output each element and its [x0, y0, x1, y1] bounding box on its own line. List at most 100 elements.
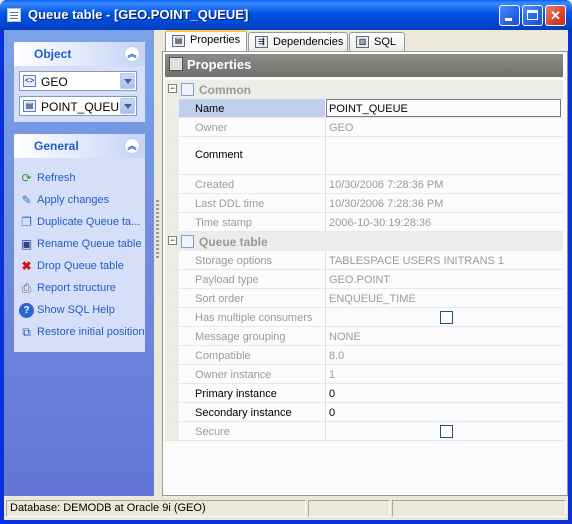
property-row-comment[interactable]: Comment [165, 137, 563, 175]
schema-combo-value: GEO [41, 75, 68, 89]
maximize-button[interactable] [522, 5, 543, 26]
category-label: Common [199, 83, 251, 97]
property-value[interactable]: 0 [329, 384, 335, 402]
category-label: Queue table [199, 235, 268, 249]
property-value[interactable]: 0 [329, 403, 335, 421]
status-database-panel: Database: DEMODB at Oracle 9i (GEO) [6, 500, 306, 517]
restore-position-icon: ⧉ [22, 325, 31, 339]
report-structure-action[interactable]: ⎙ Report structure [19, 280, 147, 298]
chevron-up-icon[interactable]: ︽ [124, 138, 140, 154]
property-row-message-grouping[interactable]: Message grouping NONE [165, 327, 563, 346]
tab-dependencies[interactable]: ⇶ Dependencies [248, 32, 348, 52]
queue-table-icon: ▤ [23, 100, 36, 112]
action-label: Refresh [37, 172, 76, 184]
pane-splitter[interactable] [154, 30, 162, 496]
property-name: Owner [195, 122, 228, 134]
property-name: Secure [195, 426, 230, 438]
apply-changes-action[interactable]: ✎ Apply changes [19, 192, 147, 210]
chevron-up-icon[interactable]: ︽ [124, 46, 140, 62]
general-group-title: General [34, 139, 79, 153]
minimize-icon [505, 18, 512, 21]
property-row-time-stamp[interactable]: Time stamp 2006-10-30:19:28:36 [165, 213, 563, 232]
properties-icon [169, 57, 183, 71]
collapse-icon[interactable]: − [168, 84, 177, 93]
object-combo-value: POINT_QUEUE [41, 100, 119, 114]
property-name: Comment [195, 149, 243, 161]
navigation-pane: Object ︽ <> GEO ▤ POINT_QUEUE General ︽ [4, 30, 154, 496]
close-button[interactable]: ✕ [545, 5, 566, 26]
duplicate-action[interactable]: ❐ Duplicate Queue ta... [19, 214, 147, 232]
property-row-created[interactable]: Created 10/30/2006 7:28:36 PM [165, 175, 563, 194]
action-label: Rename Queue table [37, 238, 142, 250]
schema-icon: <> [23, 75, 36, 87]
status-panel-2 [308, 500, 390, 517]
rename-action[interactable]: ▣ Rename Queue table [19, 236, 147, 254]
property-value: 10/30/2006 7:28:36 PM [329, 179, 444, 191]
collapse-icon[interactable]: − [168, 236, 177, 245]
object-combo[interactable]: ▤ POINT_QUEUE [19, 96, 137, 116]
property-value: GEO.POINT [329, 274, 391, 286]
property-name: Payload type [195, 274, 259, 286]
property-name: Sort order [195, 293, 244, 305]
tab-label: SQL [374, 36, 397, 48]
property-row-has-multiple-consumers[interactable]: Has multiple consumers [165, 308, 563, 327]
chevron-down-icon[interactable] [120, 73, 135, 89]
property-row-name[interactable]: Name POINT_QUEUE [165, 99, 563, 118]
queue-table-icon [7, 8, 21, 22]
duplicate-icon: ❐ [21, 215, 32, 229]
sql-icon: ▥ [356, 36, 369, 48]
status-bar: Database: DEMODB at Oracle 9i (GEO) [4, 498, 568, 518]
property-row-owner[interactable]: Owner GEO [165, 118, 563, 137]
property-row-owner-instance[interactable]: Owner instance 1 [165, 365, 563, 384]
property-value: 2006-10-30:19:28:36 [329, 217, 432, 229]
property-row-payload-type[interactable]: Payload type GEO.POINT [165, 270, 563, 289]
restore-position-action[interactable]: ⧉ Restore initial position [19, 324, 147, 342]
property-row-sort-order[interactable]: Sort order ENQUEUE_TIME [165, 289, 563, 308]
property-name: Last DDL time [195, 198, 265, 210]
chevron-down-icon[interactable] [120, 98, 135, 114]
object-group-header[interactable]: Object ︽ [14, 42, 145, 66]
action-label: Duplicate Queue ta... [37, 216, 141, 228]
secure-checkbox[interactable] [440, 425, 453, 438]
help-icon: ? [19, 303, 34, 318]
property-value: 1 [329, 369, 336, 381]
properties-icon: ▤ [172, 35, 185, 47]
action-label: Show SQL Help [37, 304, 115, 316]
editor-area: ▤ Properties ⇶ Dependencies ▥ SQL Proper… [162, 30, 568, 496]
drop-action[interactable]: ✖ Drop Queue table [19, 258, 147, 276]
property-name: Secondary instance [195, 407, 292, 419]
property-name: Storage options [195, 255, 273, 267]
properties-header: Properties [165, 54, 563, 77]
tab-sql[interactable]: ▥ SQL [349, 32, 405, 52]
has-multiple-consumers-checkbox[interactable] [440, 311, 453, 324]
property-row-last-ddl-time[interactable]: Last DDL time 10/30/2006 7:28:36 PM [165, 194, 563, 213]
action-label: Drop Queue table [37, 260, 124, 272]
property-name: Name [179, 99, 325, 117]
property-name: Primary instance [195, 388, 277, 400]
property-row-secure[interactable]: Secure [165, 422, 563, 441]
property-value-editor[interactable]: POINT_QUEUE [326, 99, 561, 117]
property-row-storage-options[interactable]: Storage options TABLESPACE USERS INITRAN… [165, 251, 563, 270]
general-group: General ︽ ⟳ Refresh ✎ Apply changes ❐ Du… [14, 134, 145, 352]
object-group-title: Object [34, 47, 72, 61]
category-common[interactable]: − Common [165, 80, 563, 99]
action-label: Report structure [37, 282, 116, 294]
title-bar[interactable]: Queue table - [GEO.POINT_QUEUE] ✕ [0, 0, 572, 30]
refresh-action[interactable]: ⟳ Refresh [19, 170, 147, 188]
property-name: Compatible [195, 350, 251, 362]
property-row-primary-instance[interactable]: Primary instance 0 [165, 384, 563, 403]
schema-combo[interactable]: <> GEO [19, 71, 137, 91]
property-row-secondary-instance[interactable]: Secondary instance 0 [165, 403, 563, 422]
action-label: Apply changes [37, 194, 110, 206]
tab-label: Properties [190, 34, 241, 46]
property-name: Message grouping [195, 331, 286, 343]
property-row-compatible[interactable]: Compatible 8.0 [165, 346, 563, 365]
window-title: Queue table - [GEO.POINT_QUEUE] [28, 7, 249, 22]
splitter-grip-icon [156, 200, 159, 260]
category-queue-table[interactable]: − Queue table [165, 232, 563, 251]
tab-properties[interactable]: ▤ Properties [165, 30, 247, 53]
app-window: Queue table - [GEO.POINT_QUEUE] ✕ Object… [0, 0, 572, 524]
general-group-header[interactable]: General ︽ [14, 134, 145, 158]
minimize-button[interactable] [499, 5, 520, 26]
show-sql-help-action[interactable]: ? Show SQL Help [19, 302, 147, 320]
